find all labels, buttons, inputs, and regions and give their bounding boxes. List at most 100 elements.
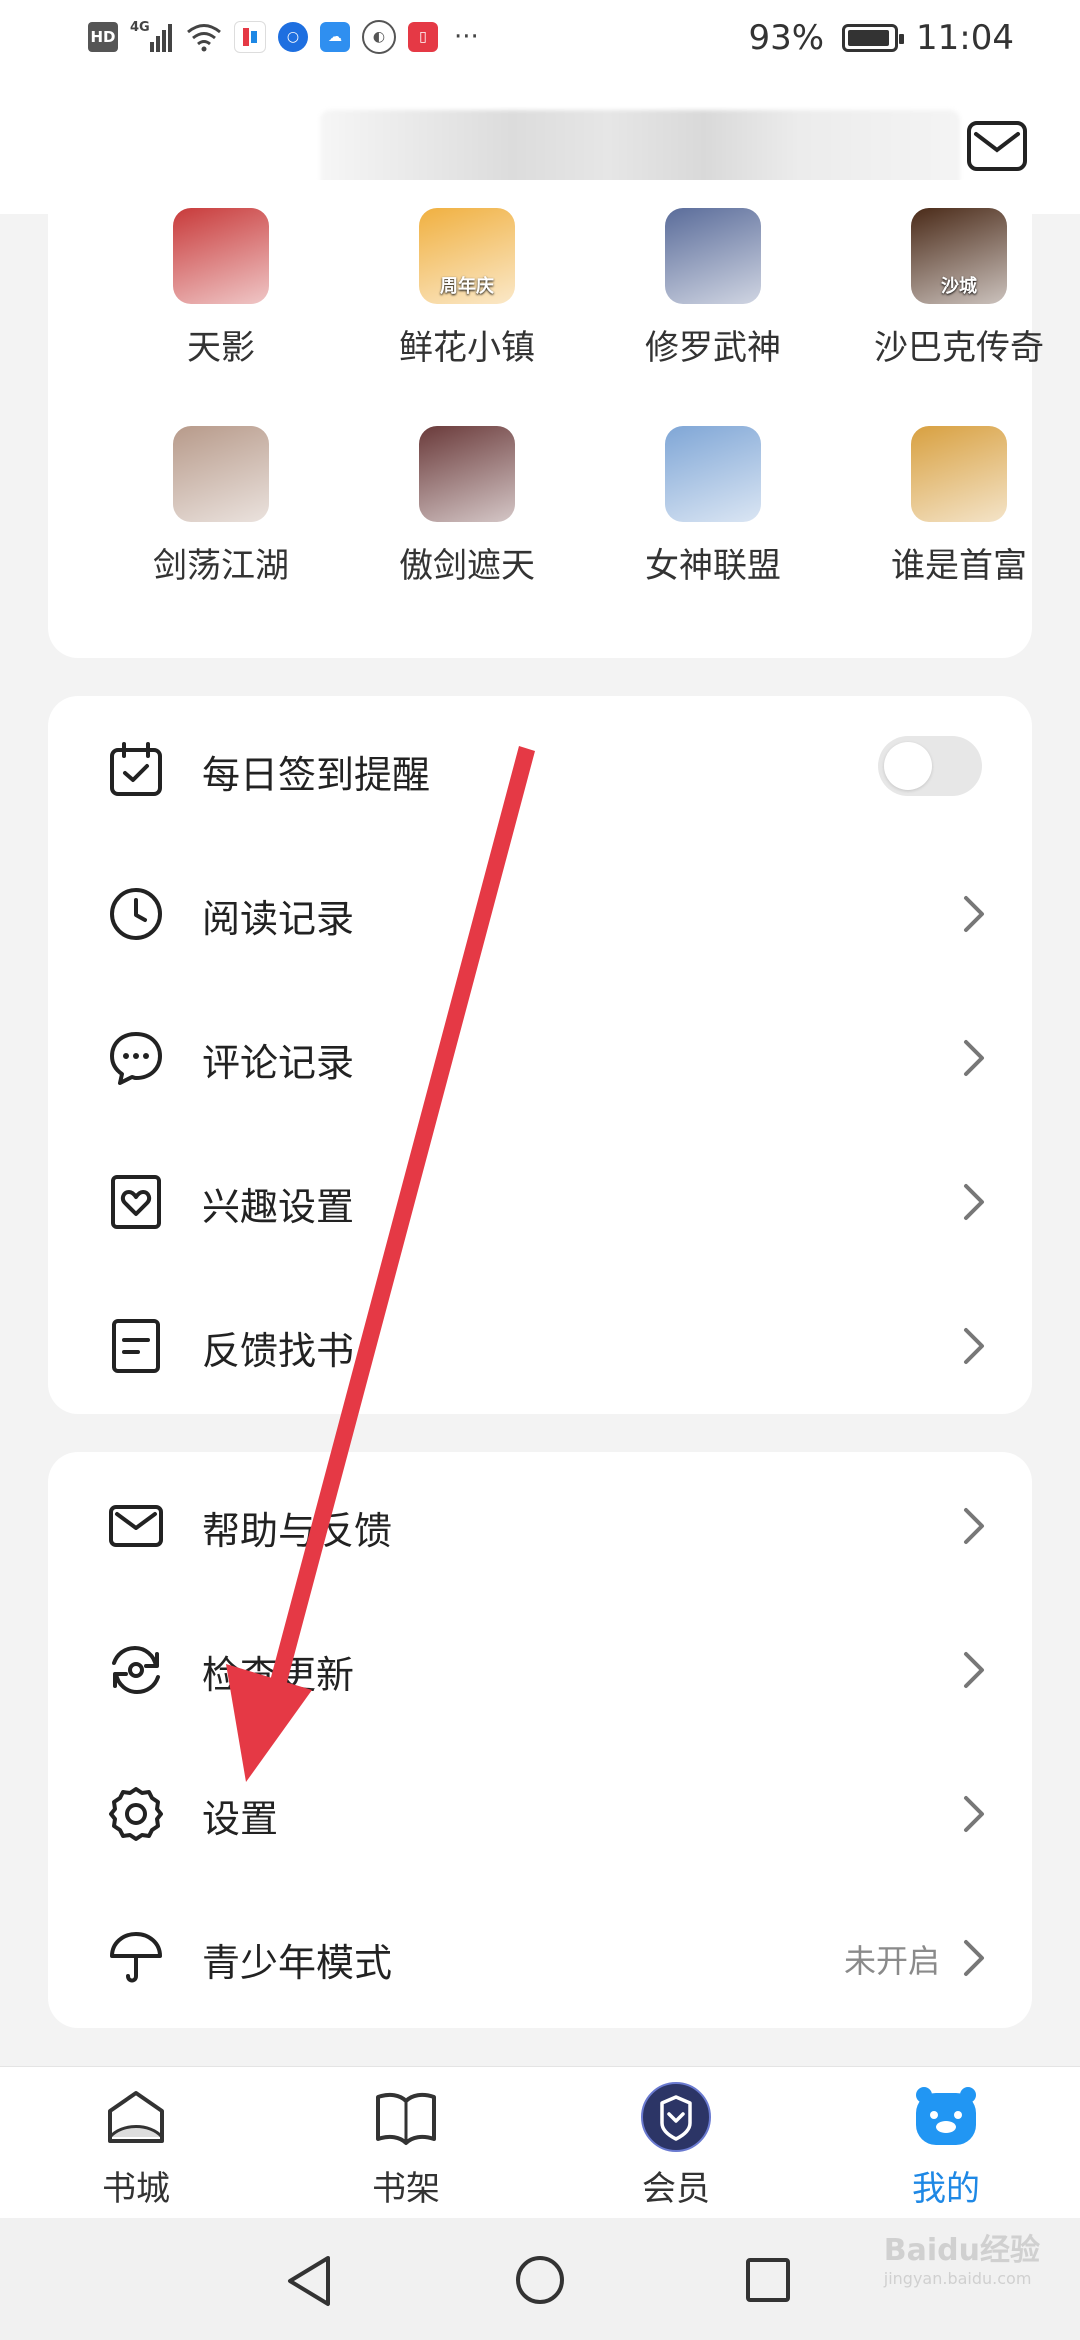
mail-icon[interactable] (966, 120, 1028, 172)
game-thumbnail (173, 208, 269, 304)
game-name: 傲剑遮天 (399, 546, 535, 586)
menu-row-feedback-find-book[interactable]: 反馈找书 (48, 1272, 1032, 1416)
chevron-right-icon (964, 1184, 984, 1220)
toggle-knob (884, 742, 932, 790)
watermark-url: jingyan.baidu.com (883, 2269, 1032, 2288)
game-item[interactable]: 谁是首富 (854, 426, 1064, 587)
menu-label: 帮助与反馈 (202, 1509, 393, 1553)
menu-row-interest-settings[interactable]: 兴趣设置 (48, 1128, 1032, 1272)
menu-label: 每日签到提醒 (202, 753, 431, 797)
chevron-right-icon (964, 1652, 984, 1688)
menu-label: 检查更新 (202, 1653, 355, 1697)
menu-row-reading-history[interactable]: 阅读记录 (48, 840, 1032, 984)
chevron-right-icon (964, 1940, 984, 1976)
mail-icon (109, 1505, 163, 1547)
hd-icon: HD (88, 22, 118, 52)
menu-row-check-update[interactable]: 检查更新 (48, 1596, 1032, 1740)
menu-label: 阅读记录 (202, 897, 355, 941)
book-app-icon: ▯ (408, 22, 438, 52)
game-thumbnail (911, 426, 1007, 522)
menu-row-comment-history[interactable]: 评论记录 (48, 984, 1032, 1128)
game-item[interactable]: 女神联盟 (608, 426, 818, 587)
game-thumbnail: 周年庆 (419, 208, 515, 304)
chevron-right-icon (964, 1796, 984, 1832)
bottom-tab-bar: 书城 书架 会员 我的 (0, 2066, 1080, 2219)
home-book-icon (108, 2091, 164, 2143)
game-item[interactable]: 修罗武神 (608, 208, 818, 369)
teen-mode-status: 未开启 (843, 1942, 940, 1980)
tab-label: 我的 (912, 2169, 980, 2209)
game-badge: 沙城 (941, 276, 977, 297)
app-notification-icon (234, 21, 266, 53)
heart-frame-icon (111, 1175, 161, 1229)
clock-icon (110, 888, 162, 940)
umbrella-icon (110, 1932, 162, 1983)
status-bar: HD 4G ○ ☁ ◐ ▯ ··· 93% 11:04 (0, 0, 1080, 84)
more-indicator: ··· (454, 22, 479, 52)
menu-row-settings[interactable]: 设置 (48, 1740, 1032, 1884)
calendar-check-icon (110, 742, 162, 796)
game-thumbnail (419, 426, 515, 522)
menu-card-records: 每日签到提醒 阅读记录 评论记录 兴趣设置 反馈找书 (48, 696, 1032, 1414)
bulb-icon: ○ (278, 22, 308, 52)
chevron-right-icon (964, 1508, 984, 1544)
blurred-username (320, 110, 960, 190)
watermark-brand: Baidu经验 (883, 2233, 1040, 2268)
mascot-icon (916, 2087, 976, 2145)
wifi-icon (187, 24, 221, 52)
game-badge: 周年庆 (440, 276, 494, 297)
menu-card-app: 帮助与反馈 检查更新 设置 青少年模式 未开启 (48, 1452, 1032, 2028)
game-name: 沙巴克传奇 (874, 328, 1044, 368)
game-name: 女神联盟 (645, 546, 781, 586)
game-thumbnail (173, 426, 269, 522)
open-book-icon (376, 2092, 436, 2145)
refresh-icon (112, 1645, 160, 1695)
battery-percent: 93% (748, 18, 825, 58)
tab-bookstore[interactable]: 书城 (66, 2081, 206, 2210)
menu-label: 兴趣设置 (202, 1185, 355, 1229)
tab-label: 书架 (372, 2169, 440, 2209)
tab-mine[interactable]: 我的 (876, 2081, 1016, 2210)
back-triangle-icon[interactable] (284, 2254, 334, 2308)
game-name: 谁是首富 (891, 546, 1027, 586)
game-item[interactable]: 剑荡江湖 (116, 426, 326, 587)
menu-label: 评论记录 (202, 1041, 355, 1085)
game-name: 鲜花小镇 (399, 328, 535, 368)
games-card: 天影 周年庆 鲜花小镇 修罗武神 沙城 沙巴克传奇 剑荡江湖 傲剑遮天 女神联盟 谁是首富 (48, 180, 1044, 658)
game-item[interactable]: 天影 (116, 208, 326, 369)
game-item[interactable]: 傲剑遮天 (362, 426, 572, 587)
document-icon (112, 1319, 160, 1373)
tab-vip[interactable]: 会员 (606, 2081, 746, 2210)
game-item[interactable]: 周年庆 鲜花小镇 (362, 208, 572, 369)
signal-4g-icon: 4G (130, 20, 174, 52)
chevron-right-icon (964, 1328, 984, 1364)
chevron-right-icon (964, 896, 984, 932)
battery-icon (842, 24, 905, 52)
vip-badge-icon (641, 2082, 711, 2152)
comment-icon (110, 1032, 162, 1085)
game-item[interactable]: 沙城 沙巴克传奇 (854, 208, 1064, 369)
cloud-icon: ☁ (320, 22, 350, 52)
game-thumbnail: 沙城 (911, 208, 1007, 304)
game-name: 修罗武神 (645, 328, 781, 368)
status-icons: HD 4G ○ ☁ ◐ ▯ ··· (88, 20, 479, 54)
menu-label: 设置 (202, 1797, 279, 1841)
menu-row-teen-mode[interactable]: 青少年模式 未开启 (48, 1884, 1032, 2028)
game-name: 剑荡江湖 (153, 546, 289, 586)
recents-square-icon[interactable] (744, 2256, 792, 2304)
tab-label: 会员 (642, 2169, 710, 2209)
clock-time: 11:04 (916, 18, 1014, 58)
menu-row-help-feedback[interactable]: 帮助与反馈 (48, 1452, 1032, 1596)
game-name: 天影 (187, 328, 255, 368)
gear-icon (109, 1787, 163, 1841)
status-right: 93% 11:04 (748, 18, 1014, 58)
game-thumbnail (665, 426, 761, 522)
tab-bookshelf[interactable]: 书架 (336, 2081, 476, 2210)
home-circle-icon[interactable] (514, 2254, 566, 2306)
globe-icon: ◐ (362, 20, 396, 54)
tab-label: 书城 (102, 2169, 170, 2209)
menu-label: 青少年模式 (202, 1941, 393, 1985)
checkin-reminder-toggle[interactable] (878, 736, 982, 796)
game-thumbnail (665, 208, 761, 304)
chevron-right-icon (964, 1040, 984, 1076)
